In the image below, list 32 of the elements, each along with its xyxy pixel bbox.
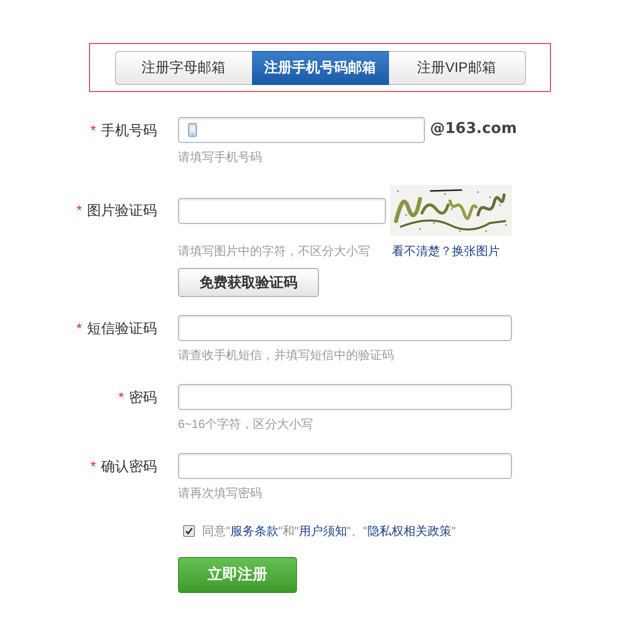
phone-number-field[interactable] — [178, 117, 425, 143]
agreement-text: 同意"服务条款"和"用户须知"、"隐私权相关政策" — [202, 523, 456, 540]
required-mark: * — [118, 388, 124, 406]
agreement-link[interactable]: 服务条款 — [230, 524, 278, 538]
field-hint: 请填写手机号码 — [178, 149, 262, 166]
required-mark: * — [76, 318, 82, 338]
required-mark: * — [76, 201, 82, 220]
input-field[interactable] — [178, 384, 512, 410]
field-label: 确认密码 — [101, 456, 157, 476]
agreement-link[interactable]: 用户须知 — [298, 524, 347, 538]
field-label: 密码 — [129, 388, 157, 406]
tab[interactable]: 注册VIP邮箱 — [388, 50, 526, 84]
required-mark: * — [90, 120, 96, 140]
required-mark: * — [90, 456, 96, 476]
tab[interactable]: 注册手机号码邮箱 — [252, 50, 388, 84]
input-field[interactable] — [178, 315, 512, 341]
checkbox[interactable] — [183, 525, 195, 537]
field-label: 手机号码 — [101, 120, 157, 140]
input-field[interactable] — [178, 453, 512, 479]
field-label: 短信验证码 — [87, 318, 157, 338]
get-sms-code-button[interactable]: 免费获取验证码 — [178, 268, 319, 297]
input-field[interactable] — [178, 198, 386, 224]
field-hint: 请填写图片中的字符，不区分大小写 — [178, 243, 371, 260]
field-hint: 6~16个字符，区分大小写 — [178, 416, 314, 433]
agreement-link[interactable]: 隐私权相关政策 — [367, 524, 452, 538]
field-hint: 请查收手机短信，并填写短信中的验证码 — [178, 347, 394, 364]
tab[interactable]: 注册字母邮箱 — [114, 50, 252, 84]
field-label: 图片验证码 — [87, 201, 157, 220]
field-hint: 请再次填写密码 — [178, 485, 262, 502]
phone-icon — [188, 123, 197, 137]
email-domain-suffix: @163.com — [430, 118, 517, 139]
refresh-captcha-link[interactable]: 看不清楚？换张图片 — [392, 242, 500, 260]
